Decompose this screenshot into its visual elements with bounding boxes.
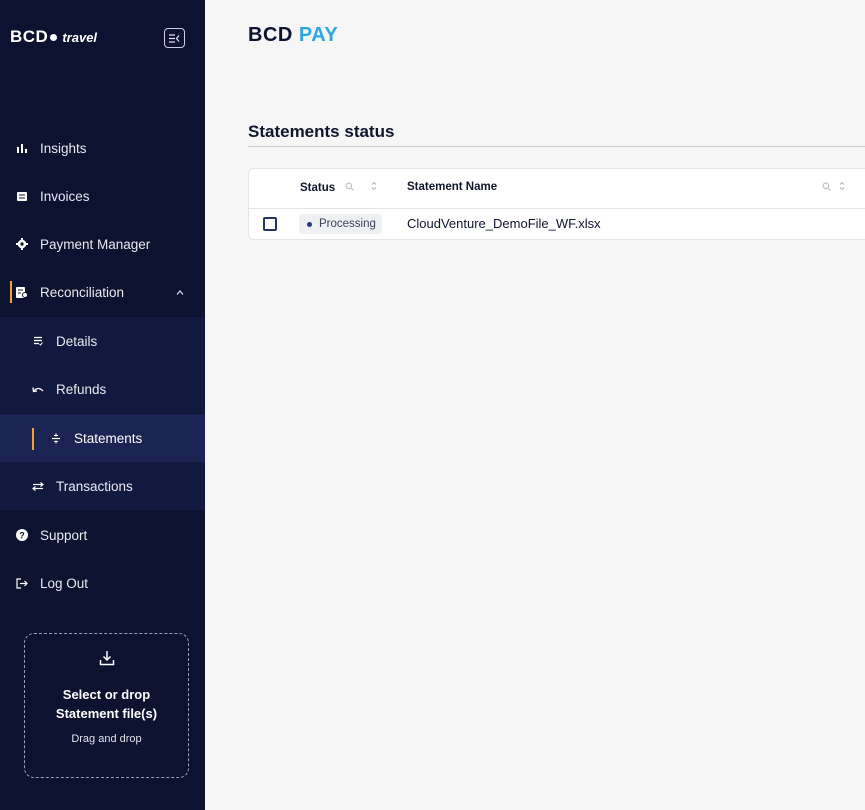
statement-file-dropzone[interactable]: Select or drop Statement file(s) Drag an… [24,633,189,778]
undo-icon [30,385,46,394]
sidebar: BCD travel Insights Invoices Payment Man… [0,0,205,810]
status-dot [307,221,312,227]
brand-part-pay: PAY [298,24,339,46]
nav-invoices-label: Invoices [40,188,90,204]
invoice-icon [14,191,30,201]
nav-transactions-label: Transactions [56,478,133,494]
collapse-sidebar-button[interactable] [164,28,185,48]
table-row[interactable]: Processing CloudVenture_DemoFile_WF.xlsx [249,209,865,239]
logout-icon [14,577,30,589]
chevron-up-icon [176,287,184,298]
title-divider [248,146,865,147]
row-checkbox[interactable] [263,217,277,231]
column-status-label: Status [300,181,336,194]
dropzone-subtitle: Drag and drop [71,733,142,745]
nav-details[interactable]: Details [0,317,205,365]
nav-log-out-label: Log Out [40,575,89,591]
details-list-icon [30,336,46,346]
transfer-arrows-icon [30,481,46,491]
page-title: Statements status [248,122,395,141]
download-tray-icon [99,650,115,671]
column-tools [345,181,377,194]
bcd-travel-logo[interactable]: BCD travel [10,24,97,50]
brand-part-bcd: BCD [248,24,293,46]
svg-text:?: ? [19,531,25,541]
nav-details-label: Details [56,333,98,349]
logo-travel: travel [62,29,98,45]
nav-support-label: Support [40,527,88,543]
statement-name-cell: CloudVenture_DemoFile_WF.xlsx [407,216,601,231]
bar-chart-icon [14,143,30,153]
column-statement-name-label: Statement Name [407,181,498,193]
nav-log-out[interactable]: Log Out [0,559,205,607]
search-icon[interactable] [345,182,355,191]
logo-bullet [50,33,58,41]
statements-icon [48,433,64,444]
search-icon[interactable] [822,182,831,191]
nav-reconciliation-label: Reconciliation [40,284,125,300]
nav-insights-label: Insights [40,140,87,156]
status-text: Processing [319,218,376,230]
column-statement-name[interactable]: Statement Name [407,181,497,193]
nav-invoices[interactable]: Invoices [0,172,205,220]
nav-insights[interactable]: Insights [0,124,205,172]
logo-brand: BCD [10,27,49,46]
nav-refunds-label: Refunds [56,381,107,397]
column-statement-name-tools [822,181,845,191]
nav-statements-label: Statements [74,430,143,446]
sort-icon[interactable] [839,181,845,191]
sort-icon[interactable] [371,181,377,191]
nav-refunds[interactable]: Refunds [0,365,205,413]
gear-icon [14,238,30,250]
question-icon: ? [14,529,30,541]
table-header: Status Statement Name [249,169,865,209]
reconciliation-icon [14,286,30,298]
statements-table: Status Statement Name Processing CloudVe… [248,168,865,240]
column-status[interactable]: Status [300,181,377,194]
nav-payment-manager-label: Payment Manager [40,236,151,252]
status-badge: Processing [299,214,382,234]
nav-statements[interactable]: Statements [0,414,205,462]
nav-support[interactable]: ? Support [0,511,205,559]
bcd-pay-brand: BCD PAY [248,24,338,47]
nav-reconciliation[interactable]: Reconciliation [0,268,205,316]
nav-transactions[interactable]: Transactions [0,462,205,510]
dropzone-title: Select or drop Statement file(s) [55,687,158,721]
collapse-icon [169,33,180,43]
nav-payment-manager[interactable]: Payment Manager [0,220,205,268]
